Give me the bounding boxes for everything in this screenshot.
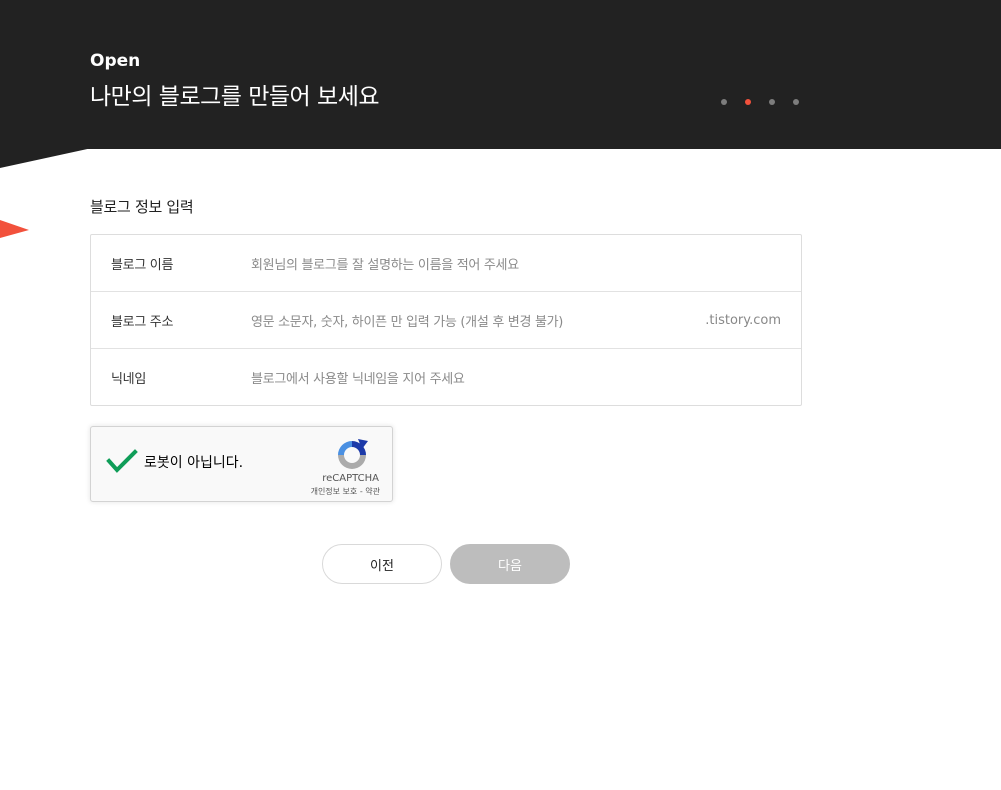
step-dot-2-active [745,99,751,105]
page-title: 나만의 블로그를 만들어 보세요 [90,84,380,110]
recaptcha-checkmark-icon[interactable] [105,447,139,475]
blog-name-placeholder: 회원님의 블로그를 잘 설명하는 이름을 적어 주세요 [251,257,519,273]
recaptcha-privacy-link[interactable]: 개인정보 보호 [311,487,358,496]
next-button[interactable]: 다음 [450,544,570,584]
form-row-nickname: 닉네임 블로그에서 사용할 닉네임을 지어 주세요 [91,349,801,405]
recaptcha-logo-icon [338,439,368,469]
nickname-label: 닉네임 [111,371,146,387]
section-title: 블로그 정보 입력 [90,198,194,216]
step-indicator [721,99,799,109]
form-row-blog-address: 블로그 주소 영문 소문자, 숫자, 하이픈 만 입력 가능 (개설 후 변경 … [91,292,801,349]
recaptcha-brand: reCAPTCHA [322,473,379,484]
nickname-placeholder: 블로그에서 사용할 닉네임을 지어 주세요 [251,371,465,387]
side-arrow-decoration [0,220,29,238]
header-banner: Open 나만의 블로그를 만들어 보세요 [0,0,1001,149]
header-label: Open [90,51,141,71]
blog-name-input[interactable]: 회원님의 블로그를 잘 설명하는 이름을 적어 주세요 [251,254,801,273]
blog-name-label: 블로그 이름 [111,257,174,273]
nickname-input[interactable]: 블로그에서 사용할 닉네임을 지어 주세요 [251,368,801,387]
blog-info-form: 블로그 이름 회원님의 블로그를 잘 설명하는 이름을 적어 주세요 블로그 주… [90,234,802,406]
step-dot-1 [721,99,727,105]
blog-address-label: 블로그 주소 [111,314,174,330]
step-dot-4 [793,99,799,105]
recaptcha-terms-link[interactable]: 약관 [365,487,380,496]
recaptcha-links: 개인정보 보호 - 약관 [311,487,380,497]
header-wedge-decoration [0,148,92,168]
recaptcha-widget: 로봇이 아닙니다. reCAPTCHA 개인정보 보호 - 약관 [90,426,393,502]
prev-button[interactable]: 이전 [322,544,442,584]
blog-address-placeholder: 영문 소문자, 숫자, 하이픈 만 입력 가능 (개설 후 변경 불가) [251,314,564,330]
form-row-blog-name: 블로그 이름 회원님의 블로그를 잘 설명하는 이름을 적어 주세요 [91,235,801,292]
step-dot-3 [769,99,775,105]
recaptcha-label: 로봇이 아닙니다. [144,455,244,471]
blog-address-input[interactable]: 영문 소문자, 숫자, 하이픈 만 입력 가능 (개설 후 변경 불가) .ti… [251,311,801,330]
blog-address-domain-suffix: .tistory.com [705,312,781,328]
